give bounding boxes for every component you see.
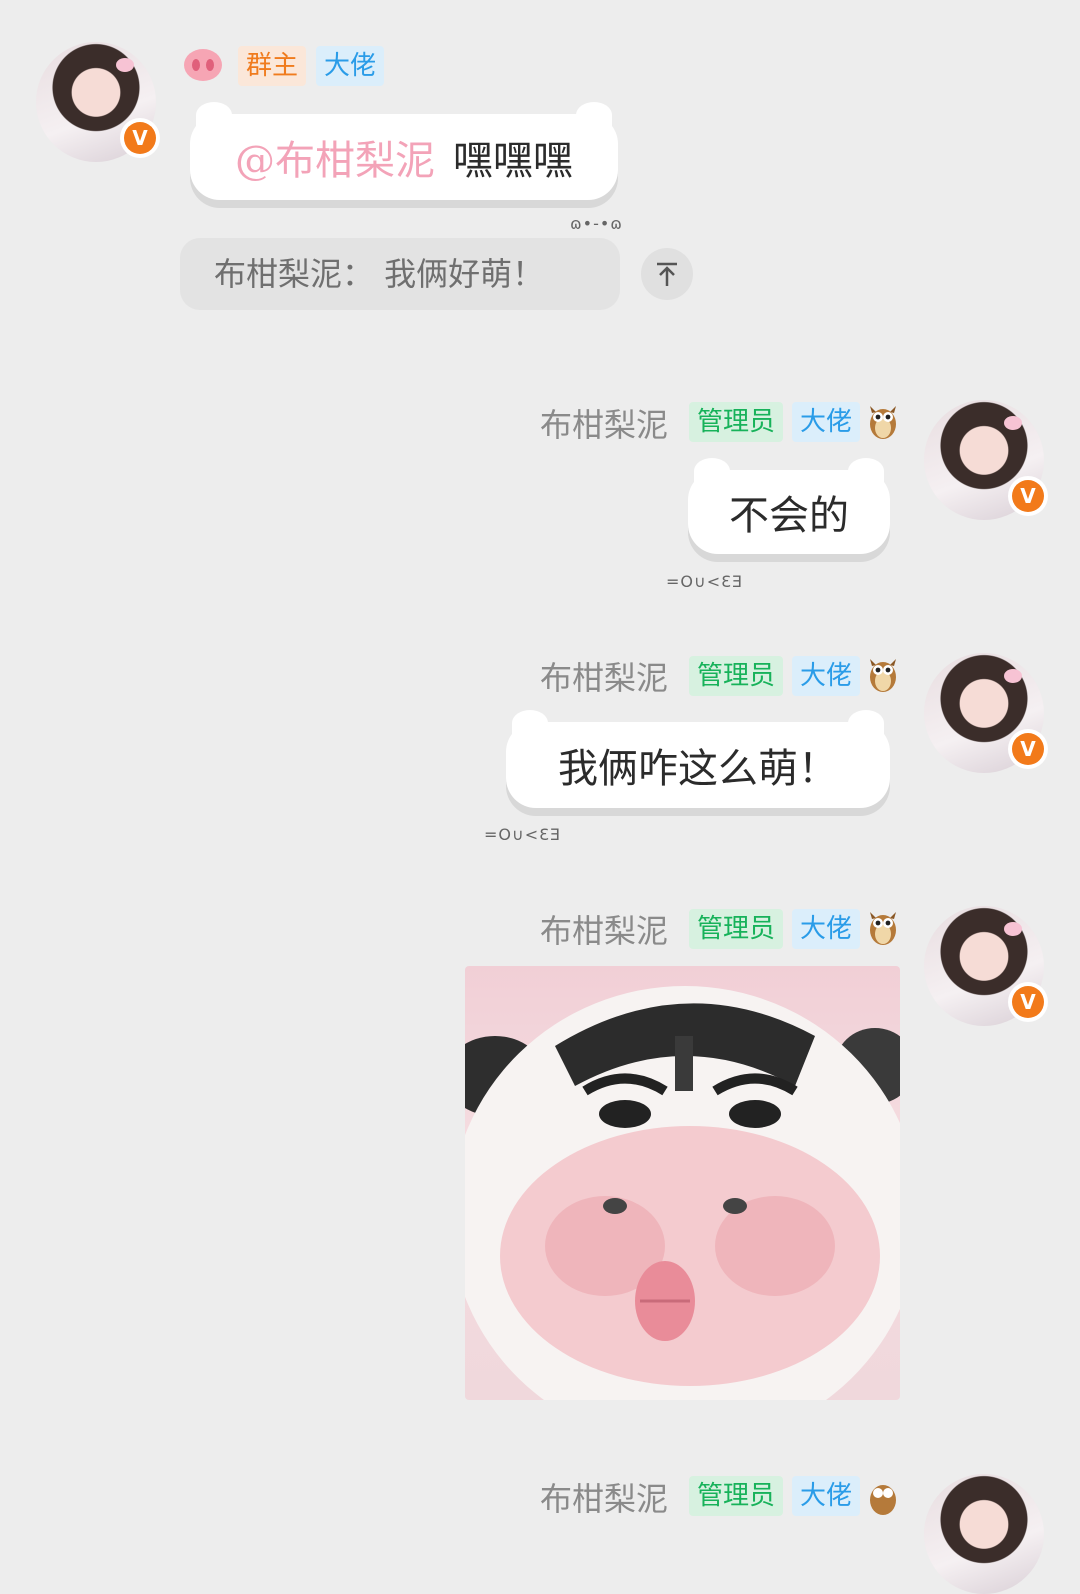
- scroll-to-top-arrow-icon[interactable]: [641, 248, 693, 300]
- hair-bow: [1004, 416, 1022, 430]
- boss-badge: 大佬: [792, 656, 861, 696]
- hair-bow: [1004, 922, 1022, 936]
- mention-text[interactable]: @布柑梨泥: [235, 128, 435, 186]
- quoted-reply[interactable]: 布柑梨泥： 我俩好萌！: [180, 238, 620, 310]
- owl-icon: [870, 1485, 896, 1515]
- verified-v-icon: V: [1008, 729, 1048, 769]
- sender-nickname[interactable]: 布柑梨泥: [540, 400, 668, 446]
- avatar-sender[interactable]: V: [924, 400, 1048, 520]
- sender-nickname[interactable]: 布柑梨泥: [540, 653, 668, 699]
- avatar-group-owner[interactable]: V: [36, 42, 160, 162]
- message-text: 嘿嘿嘿: [453, 138, 573, 184]
- hair-bow: [1004, 669, 1022, 683]
- group-owner-badge: 群主: [238, 46, 307, 86]
- sender-nickname[interactable]: 布柑梨泥: [540, 1474, 668, 1520]
- message-bubble[interactable]: 我俩咋这么萌！: [506, 710, 890, 808]
- admin-badge: 管理员: [689, 402, 784, 442]
- message-text: 不会的: [729, 493, 849, 539]
- verified-v-icon: V: [120, 118, 160, 158]
- bubble-kaomoji: =O∪<ƐƎ: [484, 825, 562, 844]
- bubble-kaomoji: ɷ•-•ɷ: [570, 214, 623, 233]
- message-bubble[interactable]: 不会的: [688, 458, 890, 554]
- avatar-sender[interactable]: V: [924, 653, 1048, 773]
- avatar-sender[interactable]: [924, 1474, 1044, 1594]
- admin-badge: 管理员: [689, 1476, 784, 1516]
- message-text: 我俩咋这么萌！: [558, 746, 838, 792]
- boss-badge: 大佬: [316, 46, 385, 86]
- admin-badge: 管理员: [689, 656, 784, 696]
- owl-icon: [870, 659, 896, 692]
- boss-badge: 大佬: [792, 909, 861, 949]
- message-bubble[interactable]: @布柑梨泥 嘿嘿嘿: [190, 102, 618, 200]
- owl-icon: [870, 912, 896, 945]
- pig-nose-icon: [184, 49, 222, 81]
- avatar-sender[interactable]: V: [924, 906, 1048, 1026]
- boss-badge: 大佬: [792, 1476, 861, 1516]
- sender-nickname[interactable]: 布柑梨泥: [540, 906, 668, 952]
- admin-badge: 管理员: [689, 909, 784, 949]
- boss-badge: 大佬: [792, 402, 861, 442]
- owl-icon: [870, 406, 896, 439]
- hair-bow: [116, 58, 134, 72]
- verified-v-icon: V: [1008, 982, 1048, 1022]
- cow-face-sticker[interactable]: [465, 966, 900, 1400]
- bubble-kaomoji: =O∪<ƐƎ: [666, 572, 744, 591]
- verified-v-icon: V: [1008, 476, 1048, 516]
